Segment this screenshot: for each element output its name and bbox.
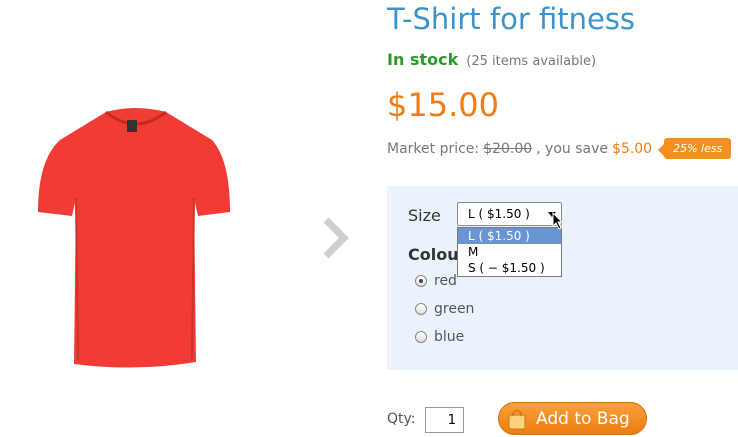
market-price-label: Market price: [387,140,480,157]
qty-label: Qty: [387,411,416,427]
size-option-s[interactable]: S ( − $1.50 ) [458,260,561,276]
add-to-bag-button[interactable]: Add to Bag [498,402,647,435]
size-dropdown-list: L ( $1.50 ) M S ( − $1.50 ) [457,227,562,277]
size-select[interactable]: L ( $1.50 ) [457,202,562,226]
stock-status: In stock [387,50,459,69]
shopping-bag-icon [508,409,526,429]
availability-count: (25 items available) [466,54,597,69]
size-option-l[interactable]: L ( $1.50 ) [458,228,561,244]
radio-blue[interactable] [415,331,427,343]
tshirt-image [38,108,230,368]
colour-option-blue[interactable]: blue [415,329,464,345]
you-save-label: , you save [536,140,608,157]
radio-green[interactable] [415,303,427,315]
colour-option-label: green [434,301,475,317]
stock-row: In stock (25 items available) [387,50,596,69]
size-label: Size [408,206,441,225]
qty-input[interactable] [425,407,464,433]
size-select-value: L ( $1.50 ) [468,207,530,221]
save-amount: $5.00 [612,140,653,157]
colour-option-label: red [434,273,457,289]
market-price-row: Market price: $20.00 , you save $5.00 25… [387,138,732,159]
colour-option-green[interactable]: green [415,301,474,317]
radio-red[interactable] [415,275,427,287]
product-title: T-Shirt for fitness [387,2,636,36]
colour-option-red[interactable]: red [415,273,457,289]
options-panel: Size Colour L ( $1.50 ) L ( $1.50 ) M S … [387,186,738,370]
product-price: $15.00 [387,86,499,124]
market-price-value: $20.00 [483,140,533,157]
size-option-m[interactable]: M [458,244,561,260]
colour-option-label: blue [434,329,465,345]
discount-badge: 25% less [658,138,732,159]
mouse-cursor-icon [552,212,564,230]
next-image-arrow-icon[interactable] [318,216,352,260]
add-to-bag-label: Add to Bag [536,408,630,429]
